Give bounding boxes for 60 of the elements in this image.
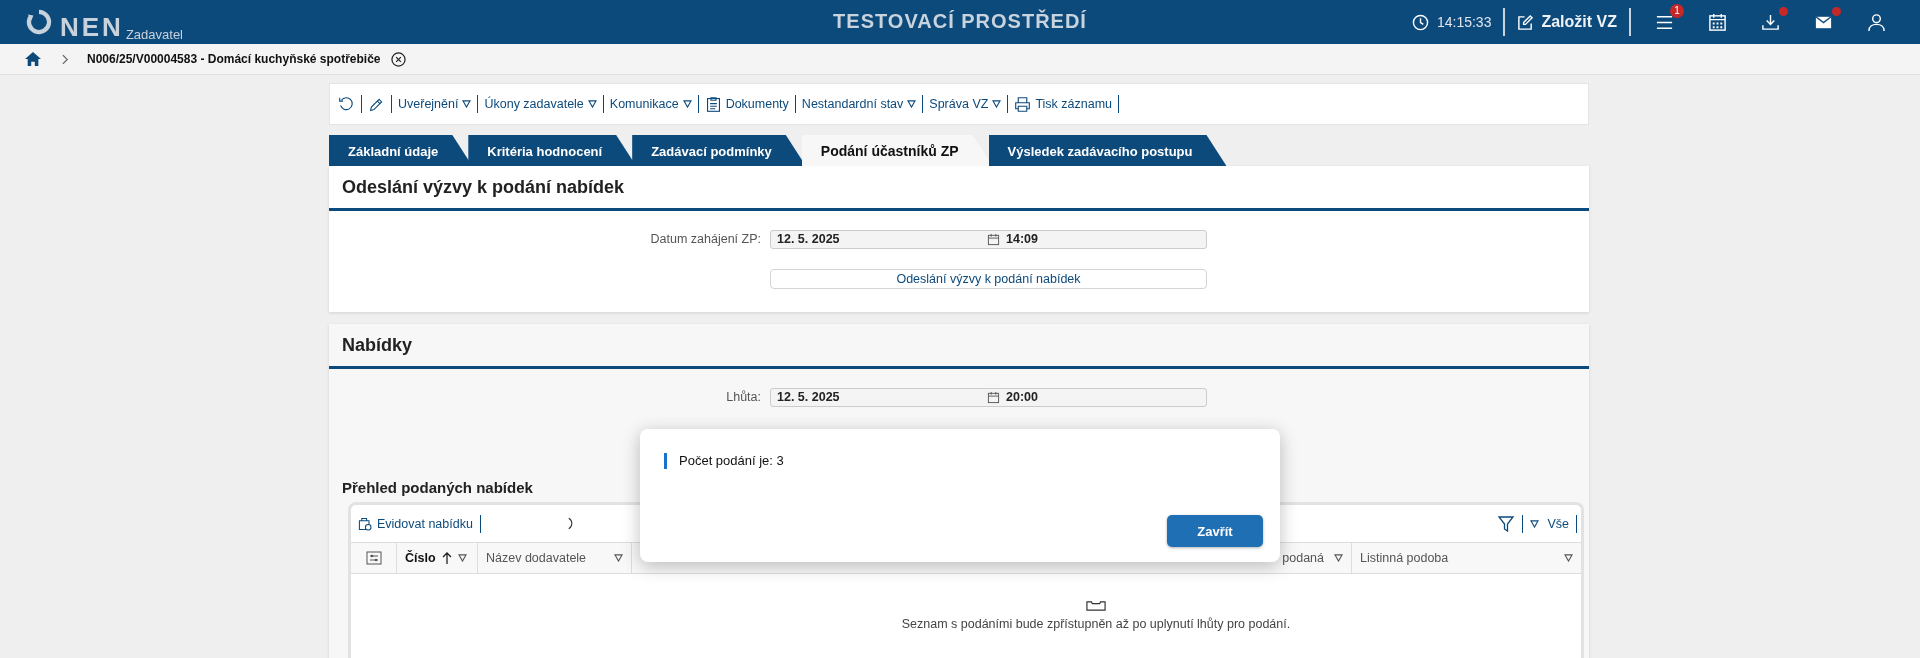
empty-tray-icon: [1086, 600, 1106, 611]
filter-icon[interactable]: [1497, 514, 1516, 533]
toolbar-menu-button[interactable]: Správa VZ: [929, 97, 1002, 111]
create-contract-button[interactable]: Založit VZ: [1517, 13, 1617, 31]
download-icon[interactable]: [1761, 12, 1780, 32]
edit-icon: [1517, 13, 1535, 31]
send-invitation-button[interactable]: Odeslání výzvy k podání nabídek: [770, 269, 1207, 289]
caret-icon: [462, 100, 472, 108]
caret-icon: [587, 100, 597, 108]
toolbar-menu-button[interactable]: Uveřejnění: [398, 97, 472, 111]
field-label: Datum zahájení ZP:: [649, 232, 762, 246]
breadcrumb-title[interactable]: N006/25/V00004583 - Domácí kuchyňské spotřebiče: [87, 52, 381, 66]
column-settings-icon[interactable]: [365, 551, 382, 565]
caret-icon: [992, 100, 1002, 108]
view-filter-button[interactable]: Vše: [1530, 516, 1569, 531]
logo-text: NEN: [60, 12, 124, 42]
logo-ring-icon: [24, 7, 54, 37]
column-header[interactable]: Listinná podoba: [1352, 543, 1581, 573]
clock-time: 14:15:33: [1436, 14, 1492, 30]
toolbar-menu-button[interactable]: Nestandardní stav: [801, 97, 917, 111]
caret-icon: [907, 100, 917, 108]
refresh-icon[interactable]: [338, 95, 355, 113]
tab[interactable]: Výsledek zadávacího postupu: [988, 135, 1227, 166]
print-button[interactable]: Tisk záznamu: [1014, 95, 1113, 113]
clock-icon: [1411, 13, 1429, 31]
section-title: Odeslání výzvy k podání nabídek: [342, 176, 625, 198]
caret-icon: [614, 554, 623, 562]
chevron-icon: [62, 53, 69, 65]
caret-icon: [457, 554, 467, 562]
table-title: Přehled podaných nabídek: [342, 479, 534, 496]
caret-icon: [1564, 554, 1573, 562]
close-button[interactable]: Zavřít: [1167, 515, 1263, 547]
empty-message: Seznam s podáními bude zpřístupněn až po uplynutí lhůty pro podání.: [901, 617, 1291, 631]
caret-icon: [1334, 554, 1343, 562]
toolbar-menu-button[interactable]: Komunikace: [609, 97, 692, 111]
printer-icon: [1014, 95, 1032, 113]
section-title: Nabídky: [342, 334, 413, 356]
register-offer-button[interactable]: Evidovat nabídku: [357, 515, 473, 532]
caret-icon: [1530, 519, 1540, 528]
calendar-icon: [987, 232, 1000, 246]
calendar-icon: [987, 390, 1000, 404]
caret-icon: [682, 100, 692, 108]
briefcase-gear-icon: [357, 515, 373, 532]
dialog-message: Počet podání je: 3: [664, 453, 1280, 469]
loading-spinner-icon: [567, 517, 574, 530]
field-label: Lhůta:: [725, 390, 762, 404]
toolbar-menu-button[interactable]: Úkony zadavatele: [484, 97, 597, 111]
notification-badge: 1: [1670, 3, 1684, 18]
clipboard-icon: [704, 95, 722, 113]
date-time-field[interactable]: 12. 5. 2025 14:09: [770, 229, 1207, 249]
calendar-icon[interactable]: [1708, 12, 1727, 32]
home-icon[interactable]: [24, 51, 42, 67]
documents-button[interactable]: Dokumenty: [704, 95, 789, 113]
column-header[interactable]: Číslo: [397, 543, 478, 573]
logo-subtitle: Zadavatel: [125, 27, 183, 42]
column-header[interactable]: Název dodavatele: [478, 543, 632, 573]
user-icon[interactable]: [1867, 12, 1886, 32]
close-icon[interactable]: [390, 51, 406, 67]
date-time-field[interactable]: 12. 5. 2025 20:00: [770, 387, 1207, 407]
environment-title: TESTOVACÍ PROSTŘEDÍ: [833, 10, 1087, 33]
